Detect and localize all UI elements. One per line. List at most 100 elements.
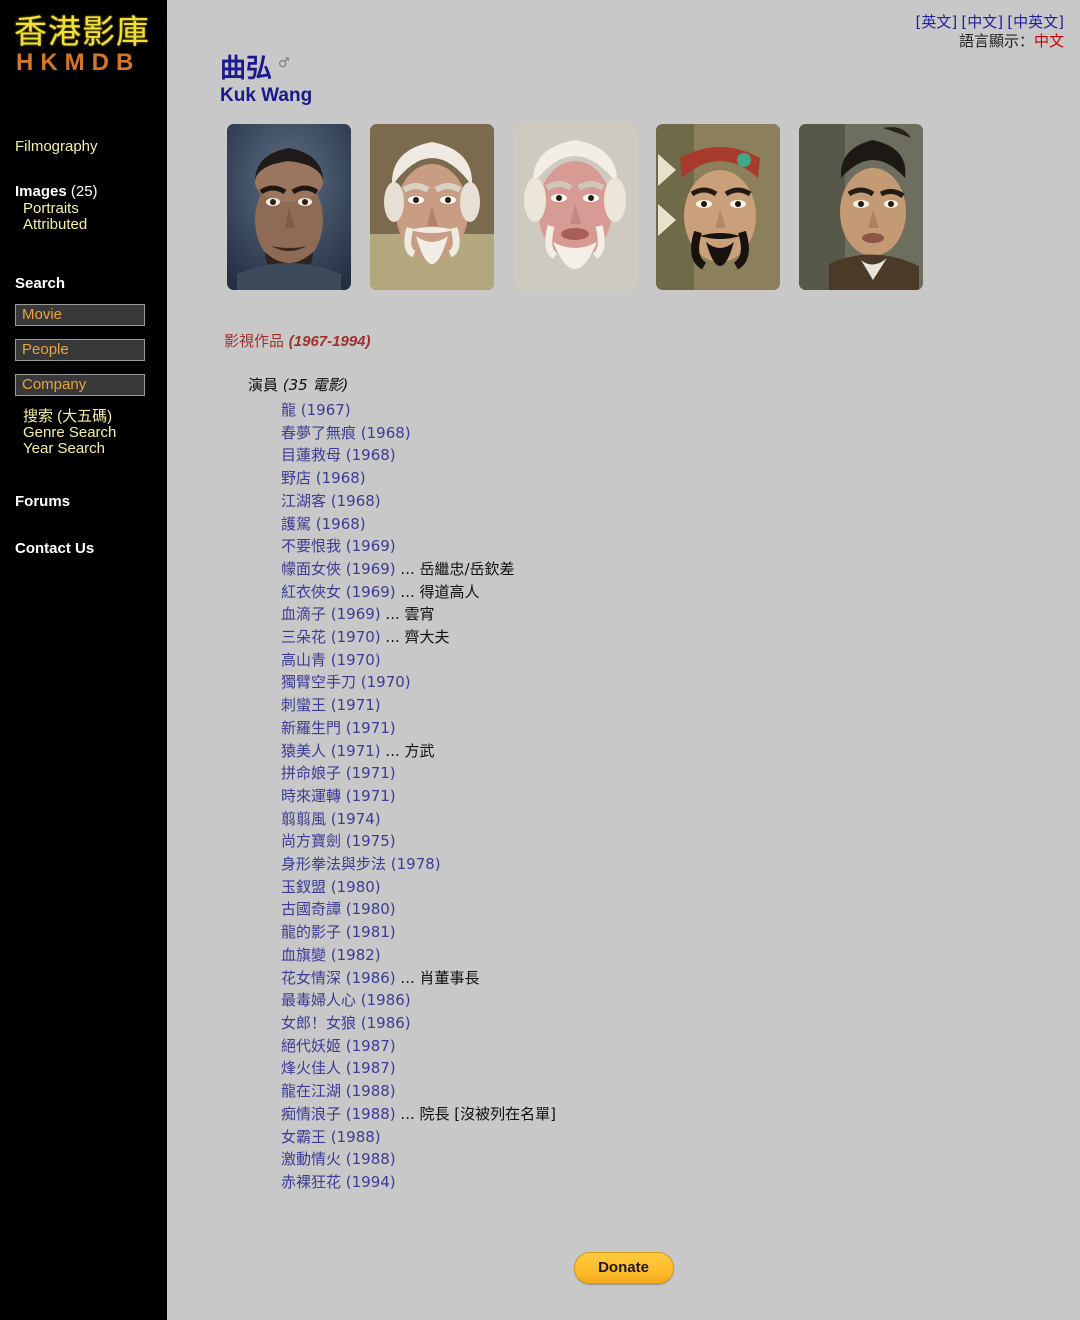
language-link-bilingual[interactable]: [中英文] bbox=[1007, 13, 1064, 31]
credit-title-link[interactable]: 獨臂空手刀 (1970) bbox=[281, 673, 411, 691]
portrait-thumbnail[interactable] bbox=[370, 124, 494, 290]
sidebar-section-images: Images (25) Portraits Attributed bbox=[15, 184, 98, 233]
sidebar-search-heading: Search bbox=[15, 275, 66, 292]
list-item: 尚方寶劍 (1975) bbox=[281, 830, 556, 853]
list-item: 獨臂空手刀 (1970) bbox=[281, 671, 556, 694]
credit-role-text: ... 方武 bbox=[380, 741, 435, 760]
credit-title-link[interactable]: 最毒婦人心 (1986) bbox=[281, 991, 411, 1009]
sidebar-item-forums-label: Forums bbox=[15, 493, 71, 510]
list-item: 時來運轉 (1971) bbox=[281, 785, 556, 808]
list-item: 烽火佳人 (1987) bbox=[281, 1057, 556, 1080]
credit-title-link[interactable]: 痴情浪子 (1988) bbox=[281, 1105, 396, 1123]
person-name-english: Kuk Wang bbox=[220, 85, 313, 106]
sidebar-item-forums[interactable]: Forums bbox=[15, 493, 70, 511]
credit-title-link[interactable]: 猿美人 (1971) bbox=[281, 742, 381, 760]
credit-title-link[interactable]: 春夢了無痕 (1968) bbox=[281, 424, 411, 442]
sidebar-item-contact-us[interactable]: Contact Us bbox=[15, 540, 94, 558]
credit-title-link[interactable]: 絕代妖姬 (1987) bbox=[281, 1037, 396, 1055]
filmography-heading-label: 影視作品 bbox=[224, 332, 289, 350]
list-item: 玉釵盟 (1980) bbox=[281, 876, 556, 899]
credit-title-link[interactable]: 女霸王 (1988) bbox=[281, 1128, 381, 1146]
credit-title-link[interactable]: 花女情深 (1986) bbox=[281, 969, 396, 987]
credit-title-link[interactable]: 女郎！女狼 (1986) bbox=[281, 1014, 411, 1032]
credit-title-link[interactable]: 血滴子 (1969) bbox=[281, 605, 381, 623]
list-item: 高山青 (1970) bbox=[281, 649, 556, 672]
site-logo-latin: HKMDB bbox=[16, 49, 141, 76]
list-item: 拼命娘子 (1971) bbox=[281, 762, 556, 785]
sidebar-item-genre-search[interactable]: Genre Search bbox=[23, 425, 160, 441]
list-item: 古國奇譚 (1980) bbox=[281, 898, 556, 921]
sidebar-item-portraits[interactable]: Portraits bbox=[23, 201, 98, 217]
list-item: 女霸王 (1988) bbox=[281, 1126, 556, 1149]
credit-title-link[interactable]: 赤裸狂花 (1994) bbox=[281, 1173, 396, 1191]
credit-role-text: ... 齊大夫 bbox=[380, 628, 450, 647]
sidebar-section-search: Search 搜索 (大五碼) Genre Search Year Search bbox=[15, 276, 160, 457]
sidebar-item-attributed[interactable]: Attributed bbox=[23, 217, 98, 233]
language-links: [英文] [中文] [中英文] bbox=[916, 13, 1065, 32]
portrait-thumbnail[interactable] bbox=[799, 124, 923, 290]
search-input-people[interactable] bbox=[15, 339, 145, 361]
credit-title-link[interactable]: 龍 (1967) bbox=[281, 401, 351, 419]
list-item: 身形拳法與步法 (1978) bbox=[281, 853, 556, 876]
list-item: 江湖客 (1968) bbox=[281, 490, 556, 513]
credit-title-link[interactable]: 時來運轉 (1971) bbox=[281, 787, 396, 805]
credit-title-link[interactable]: 翦翦風 (1974) bbox=[281, 810, 381, 828]
portrait-thumbnail[interactable] bbox=[656, 124, 780, 290]
credit-title-link[interactable]: 高山青 (1970) bbox=[281, 651, 381, 669]
male-gender-icon: ♂ bbox=[278, 56, 290, 71]
list-item: 新羅生門 (1971) bbox=[281, 717, 556, 740]
donate-button[interactable]: Donate bbox=[573, 1252, 674, 1284]
portrait-thumbnail[interactable] bbox=[227, 124, 351, 290]
list-item: 激動情火 (1988) bbox=[281, 1148, 556, 1171]
credit-title-link[interactable]: 目蓮救母 (1968) bbox=[281, 446, 396, 464]
credit-title-link[interactable]: 身形拳法與步法 (1978) bbox=[281, 855, 441, 873]
person-name-chinese: 曲弘 bbox=[220, 54, 273, 84]
credit-title-link[interactable]: 古國奇譚 (1980) bbox=[281, 900, 396, 918]
credit-title-link[interactable]: 野店 (1968) bbox=[281, 469, 366, 487]
site-logo[interactable]: 香港影庫 HKMDB bbox=[0, 0, 150, 76]
list-item: 女郎！女狼 (1986) bbox=[281, 1012, 556, 1035]
credit-title-link[interactable]: 玉釵盟 (1980) bbox=[281, 878, 381, 896]
credit-title-link[interactable]: 新羅生門 (1971) bbox=[281, 719, 396, 737]
sidebar-item-filmography-label: Filmography bbox=[15, 138, 98, 155]
credit-role-text: ... 岳繼忠/岳欽差 bbox=[395, 559, 515, 578]
language-display-status: 語言顯示：中文 bbox=[916, 32, 1064, 51]
credit-title-link[interactable]: 護駕 (1968) bbox=[281, 515, 366, 533]
credit-role-text: ... 肖董事長 bbox=[395, 968, 480, 987]
sidebar-images-sublist: Portraits Attributed bbox=[15, 201, 98, 233]
credit-title-link[interactable]: 龍的影子 (1981) bbox=[281, 923, 396, 941]
sidebar-item-big5-search[interactable]: 搜索 (大五碼) bbox=[23, 409, 160, 425]
portrait-thumbnail[interactable] bbox=[513, 124, 637, 290]
list-item: 龍在江湖 (1988) bbox=[281, 1080, 556, 1103]
credit-title-link[interactable]: 烽火佳人 (1987) bbox=[281, 1059, 396, 1077]
credit-title-link[interactable]: 紅衣俠女 (1969) bbox=[281, 583, 396, 601]
search-input-movie[interactable] bbox=[15, 304, 145, 326]
page-root: 香港影庫 HKMDB Filmography Images (25) Portr… bbox=[0, 0, 1080, 1320]
list-item: 絕代妖姬 (1987) bbox=[281, 1035, 556, 1058]
list-item: 目蓮救母 (1968) bbox=[281, 444, 556, 467]
sidebar-item-contact-us-label: Contact Us bbox=[15, 540, 95, 557]
credit-title-link[interactable]: 江湖客 (1968) bbox=[281, 492, 381, 510]
credit-group-count: (35 電影) bbox=[282, 376, 349, 394]
sidebar-item-filmography[interactable]: Filmography bbox=[15, 139, 98, 155]
language-display-current: 中文 bbox=[1033, 32, 1064, 50]
credit-title-link[interactable]: 拼命娘子 (1971) bbox=[281, 764, 396, 782]
credits-section: 演員 (35 電影) 龍 (1967) 春夢了無痕 (1968) 目蓮救母 (1… bbox=[248, 376, 556, 1194]
credit-title-link[interactable]: 刺蠻王 (1971) bbox=[281, 696, 381, 714]
credit-title-link[interactable]: 尚方寶劍 (1975) bbox=[281, 832, 396, 850]
credit-title-link[interactable]: 三朵花 (1970) bbox=[281, 628, 381, 646]
credit-title-link[interactable]: 幪面女俠 (1969) bbox=[281, 560, 396, 578]
language-display-prefix: 語言顯示： bbox=[958, 32, 1034, 50]
list-item: 不要恨我 (1969) bbox=[281, 535, 556, 558]
language-link-chinese[interactable]: [中文] bbox=[961, 13, 1003, 31]
credit-title-link[interactable]: 不要恨我 (1969) bbox=[281, 537, 396, 555]
credit-title-link[interactable]: 龍在江湖 (1988) bbox=[281, 1082, 396, 1100]
search-input-company[interactable] bbox=[15, 374, 145, 396]
credit-role-text: ... 院長 [沒被列在名單] bbox=[395, 1104, 556, 1123]
credit-role-text: ... 得道高人 bbox=[395, 582, 480, 601]
sidebar-item-year-search[interactable]: Year Search bbox=[23, 441, 160, 457]
language-link-english[interactable]: [英文] bbox=[916, 13, 958, 31]
credit-title-link[interactable]: 血旗變 (1982) bbox=[281, 946, 381, 964]
sidebar-search-links: 搜索 (大五碼) Genre Search Year Search bbox=[15, 409, 160, 457]
credit-title-link[interactable]: 激動情火 (1988) bbox=[281, 1150, 396, 1168]
